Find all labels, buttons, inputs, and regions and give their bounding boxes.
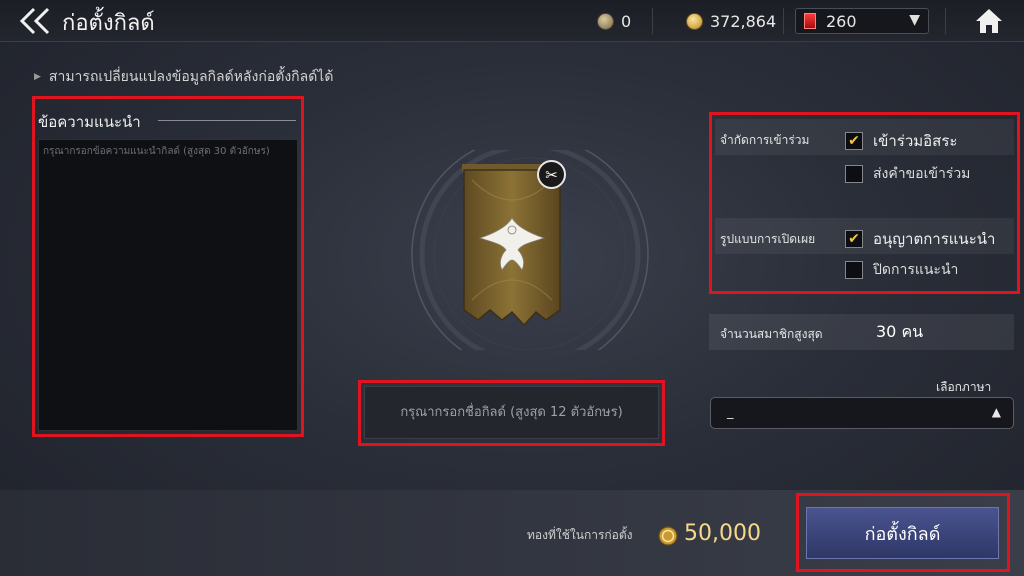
intro-title: ข้อความแนะนำ: [38, 113, 141, 131]
divider: [945, 8, 946, 34]
option-label: เข้าร่วมอิสระ: [873, 132, 958, 150]
option-free-join[interactable]: ✔ เข้าร่วมอิสระ: [845, 129, 957, 153]
dropdown-arrow-icon: ▼: [909, 12, 920, 28]
silver-currency: 0: [597, 11, 631, 31]
language-label: เลือกภาษา: [936, 380, 992, 394]
gem-amount: 260: [826, 11, 857, 31]
visibility-label: รูปแบบการเปิดเผย: [720, 232, 816, 246]
option-label: ปิดการแนะนำ: [873, 262, 959, 278]
checkbox-checked[interactable]: ✔: [845, 230, 863, 248]
divider: [783, 8, 784, 34]
home-icon[interactable]: [974, 6, 1004, 36]
guild-name-input[interactable]: [364, 386, 659, 439]
checkbox-unchecked[interactable]: [845, 165, 863, 183]
red-gem-icon: [804, 13, 816, 29]
intro-textarea[interactable]: กรุณากรอกข้อความแนะนำกิลด์ (สูงสุด 30 ตั…: [38, 139, 298, 431]
divider: [652, 8, 653, 34]
language-value: _: [727, 405, 734, 420]
gem-currency-dropdown[interactable]: 260 ▼: [795, 8, 929, 34]
checkmark-icon: ✔: [848, 133, 860, 149]
checkmark-icon: ✔: [848, 231, 860, 247]
bullet-triangle-icon: ▶: [34, 72, 41, 82]
create-guild-button[interactable]: ก่อตั้งกิลด์: [806, 507, 999, 559]
page-title: ก่อตั้งกิลด์: [62, 11, 155, 36]
checkbox-unchecked[interactable]: [845, 261, 863, 279]
option-allow-recommend[interactable]: ✔ อนุญาตการแนะนำ: [845, 227, 995, 251]
intro-placeholder: กรุณากรอกข้อความแนะนำกิลด์ (สูงสุด 30 ตั…: [43, 146, 270, 157]
silver-coin-icon: [597, 12, 614, 30]
dropdown-up-arrow-icon: ▲: [991, 405, 1001, 419]
gold-currency: 372,864: [686, 11, 776, 31]
option-request-join[interactable]: ส่งคำขอเข้าร่วม: [845, 163, 970, 185]
gold-coin-icon: [686, 12, 703, 30]
language-select[interactable]: _ ▲: [710, 397, 1014, 429]
join-limit-label: จำกัดการเข้าร่วม: [720, 133, 810, 147]
guild-banner-emblem: [411, 150, 649, 350]
checkbox-checked[interactable]: ✔: [845, 132, 863, 150]
gold-coin-icon: [658, 526, 678, 546]
top-bar: ก่อตั้งกิลด์ 0 372,864 260 ▼: [0, 0, 1024, 42]
option-disable-recommend[interactable]: ปิดการแนะนำ: [845, 259, 958, 281]
silver-amount: 0: [621, 11, 632, 31]
option-label: ส่งคำขอเข้าร่วม: [873, 166, 971, 182]
scissors-icon: ✂: [545, 165, 558, 184]
back-arrow-icon[interactable]: [18, 6, 54, 36]
gold-amount: 372,864: [710, 11, 777, 31]
notice-label: สามารถเปลี่ยนแปลงข้อมูลกิลด์หลังก่อตั้งก…: [48, 69, 334, 85]
cost-value: 50,000: [684, 521, 761, 546]
edit-emblem-scissors-button[interactable]: ✂: [537, 160, 566, 189]
intro-title-line: [158, 120, 296, 121]
cost-label: ทองที่ใช้ในการก่อตั้ง: [527, 528, 633, 542]
max-members-value: 30 คน: [876, 322, 924, 341]
option-label: อนุญาตการแนะนำ: [873, 230, 996, 248]
notice-text: ▶ สามารถเปลี่ยนแปลงข้อมูลกิลด์หลังก่อตั้ง…: [34, 66, 333, 88]
max-members-label: จำนวนสมาชิกสูงสุด: [720, 327, 823, 341]
